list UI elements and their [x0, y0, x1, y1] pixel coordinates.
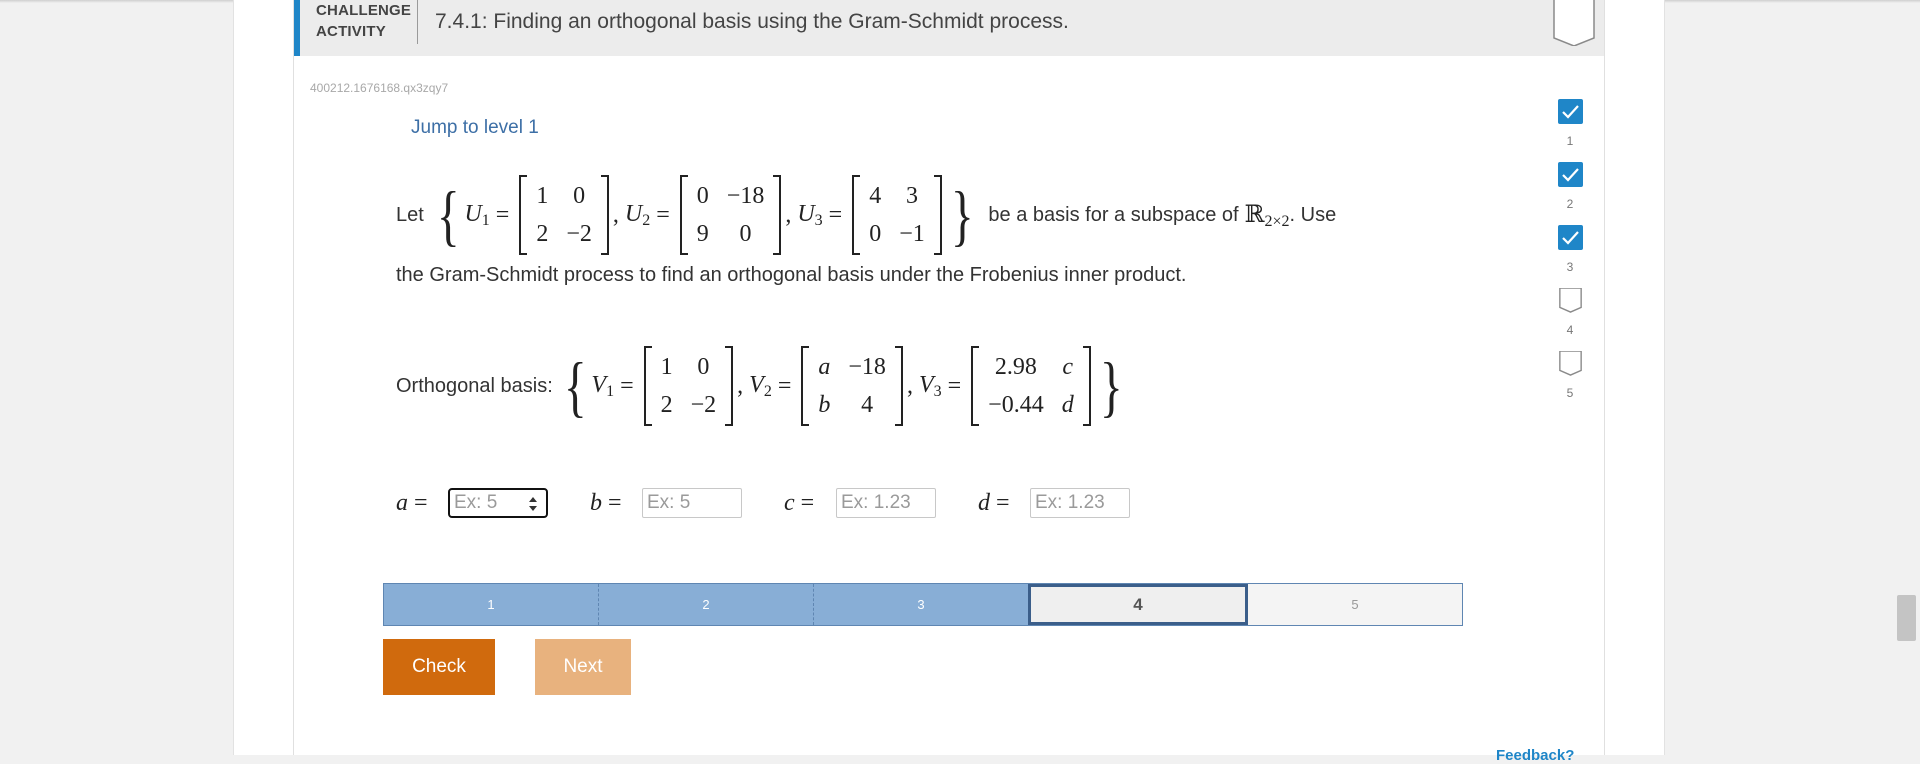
matrix-cell: −2	[566, 221, 592, 247]
u3-name: U3	[797, 200, 823, 229]
matrix-cell: −0.44	[988, 392, 1044, 418]
matrix-cell: 1	[660, 354, 673, 380]
matrix-cell: 0	[696, 183, 709, 209]
matrix-cell: 2	[660, 392, 673, 418]
matrix-cell: 9	[696, 221, 709, 247]
v1-name: V1	[591, 371, 615, 400]
header-divider	[417, 0, 418, 44]
activity-title: 7.4.1: Finding an orthogonal basis using…	[435, 10, 1069, 33]
spinner-icon[interactable]	[526, 495, 540, 513]
answer-d-input[interactable]	[1030, 488, 1130, 518]
check-icon	[1558, 99, 1583, 124]
orthogonal-basis-label: Orthogonal basis:	[396, 374, 553, 397]
matrix-cell: 1	[536, 183, 549, 209]
matrix-cell: d	[1061, 392, 1074, 418]
let-text: Let	[396, 203, 424, 226]
matrix-v3: 2.98 c −0.44 d	[971, 346, 1091, 426]
matrix-cell: b	[818, 392, 831, 418]
matrix-cell: 0	[697, 354, 710, 380]
matrix-cell: 0	[869, 221, 882, 247]
answer-row: a = b = c = d =	[396, 486, 1172, 520]
matrix-cell: −18	[726, 183, 765, 209]
matrix-cell: 2.98	[994, 354, 1037, 380]
u2-name: U2	[624, 200, 651, 229]
matrix-u3: 4 3 0 −1	[852, 175, 942, 255]
activity-type-label: CHALLENGE ACTIVITY	[316, 2, 412, 40]
next-button: Next	[535, 639, 631, 695]
matrix-cell: 3	[905, 183, 918, 209]
check-button[interactable]: Check	[383, 639, 495, 695]
activity-id: 400212.1676168.qx3zqy7	[310, 81, 449, 95]
scrollbar-thumb[interactable]	[1897, 595, 1916, 641]
matrix-cell: 4	[869, 183, 882, 209]
problem-instruction: the Gram-Schmidt process to find an orth…	[396, 264, 1187, 286]
progress-step-1: 1	[1548, 95, 1592, 158]
matrix-cell: c	[1062, 354, 1074, 380]
jump-to-level-link[interactable]: Jump to level 1	[411, 117, 539, 139]
level-4[interactable]: 4	[1028, 584, 1248, 625]
open-brace: {	[436, 177, 460, 253]
matrix-cell: 2	[536, 221, 549, 247]
check-icon	[1558, 162, 1583, 187]
feedback-link[interactable]: Feedback?	[1496, 747, 1574, 764]
basis-u: { U1 = 1 0 2 −2 , U2 = 0 −18 9 0 , U3 = 4 3 0 −1 …	[436, 175, 974, 255]
matrix-cell: −1	[899, 221, 925, 247]
answer-c-input[interactable]	[836, 488, 936, 518]
problem-statement: Let { U1 = 1 0 2 −2 , U2 = 0 −18 9 0 , U3 = 43…	[396, 175, 1336, 255]
check-icon	[1558, 225, 1583, 250]
matrix-cell: −2	[690, 392, 717, 418]
matrix-cell: a	[818, 354, 831, 380]
matrix-cell: 4	[861, 392, 874, 418]
close-brace: }	[950, 177, 974, 253]
use-text: . Use	[1289, 203, 1337, 226]
level-5: 5	[1248, 584, 1462, 625]
space-symbol: ℝ2×2	[1244, 201, 1290, 230]
close-brace: }	[1099, 348, 1123, 424]
empty-step-icon	[1559, 288, 1582, 313]
progress-steps: 1 2 3 4 5	[1548, 95, 1592, 410]
matrix-cell: 0	[739, 221, 752, 247]
matrix-cell: −18	[848, 354, 886, 380]
v3-name: V3	[918, 371, 942, 400]
progress-step-3: 3	[1548, 221, 1592, 284]
answer-d-label: d =	[978, 489, 1010, 516]
activity-header: CHALLENGE ACTIVITY 7.4.1: Finding an ort…	[294, 0, 1604, 56]
level-3[interactable]: 3	[814, 584, 1028, 625]
orthogonal-basis: Orthogonal basis: { V1 = 1 0 2 −2 , V2 = a −…	[396, 345, 1127, 427]
empty-step-icon	[1559, 351, 1582, 376]
matrix-u2: 0 −18 9 0	[679, 175, 782, 255]
matrix-v1: 1 0 2 −2	[643, 346, 734, 426]
answer-b-input[interactable]	[642, 488, 742, 518]
level-bar: 1 2 3 4 5	[383, 583, 1463, 626]
matrix-u1: 1 0 2 −2	[519, 175, 609, 255]
matrix-v2: a −18 b 4	[801, 346, 903, 426]
level-1[interactable]: 1	[384, 584, 599, 625]
open-brace: {	[563, 348, 587, 424]
subspace-text: be a basis for a subspace of	[988, 203, 1239, 226]
answer-a-label: a =	[396, 489, 428, 516]
bookmark-icon[interactable]	[1553, 0, 1595, 46]
challenge-activity: CHALLENGE ACTIVITY 7.4.1: Finding an ort…	[293, 0, 1605, 764]
answer-c-label: c =	[784, 489, 815, 516]
basis-v: { V1 = 1 0 2 −2 , V2 = a −18 b 4 , V3 = 2.98 c −…	[563, 346, 1123, 426]
matrix-cell: 0	[573, 183, 586, 209]
level-2[interactable]: 2	[599, 584, 814, 625]
v2-name: V2	[749, 371, 772, 400]
progress-step-4: 4	[1548, 284, 1592, 347]
progress-step-5: 5	[1548, 347, 1592, 410]
answer-b-label: b =	[590, 489, 622, 516]
u1-name: U1	[464, 200, 490, 229]
progress-step-2: 2	[1548, 158, 1592, 221]
